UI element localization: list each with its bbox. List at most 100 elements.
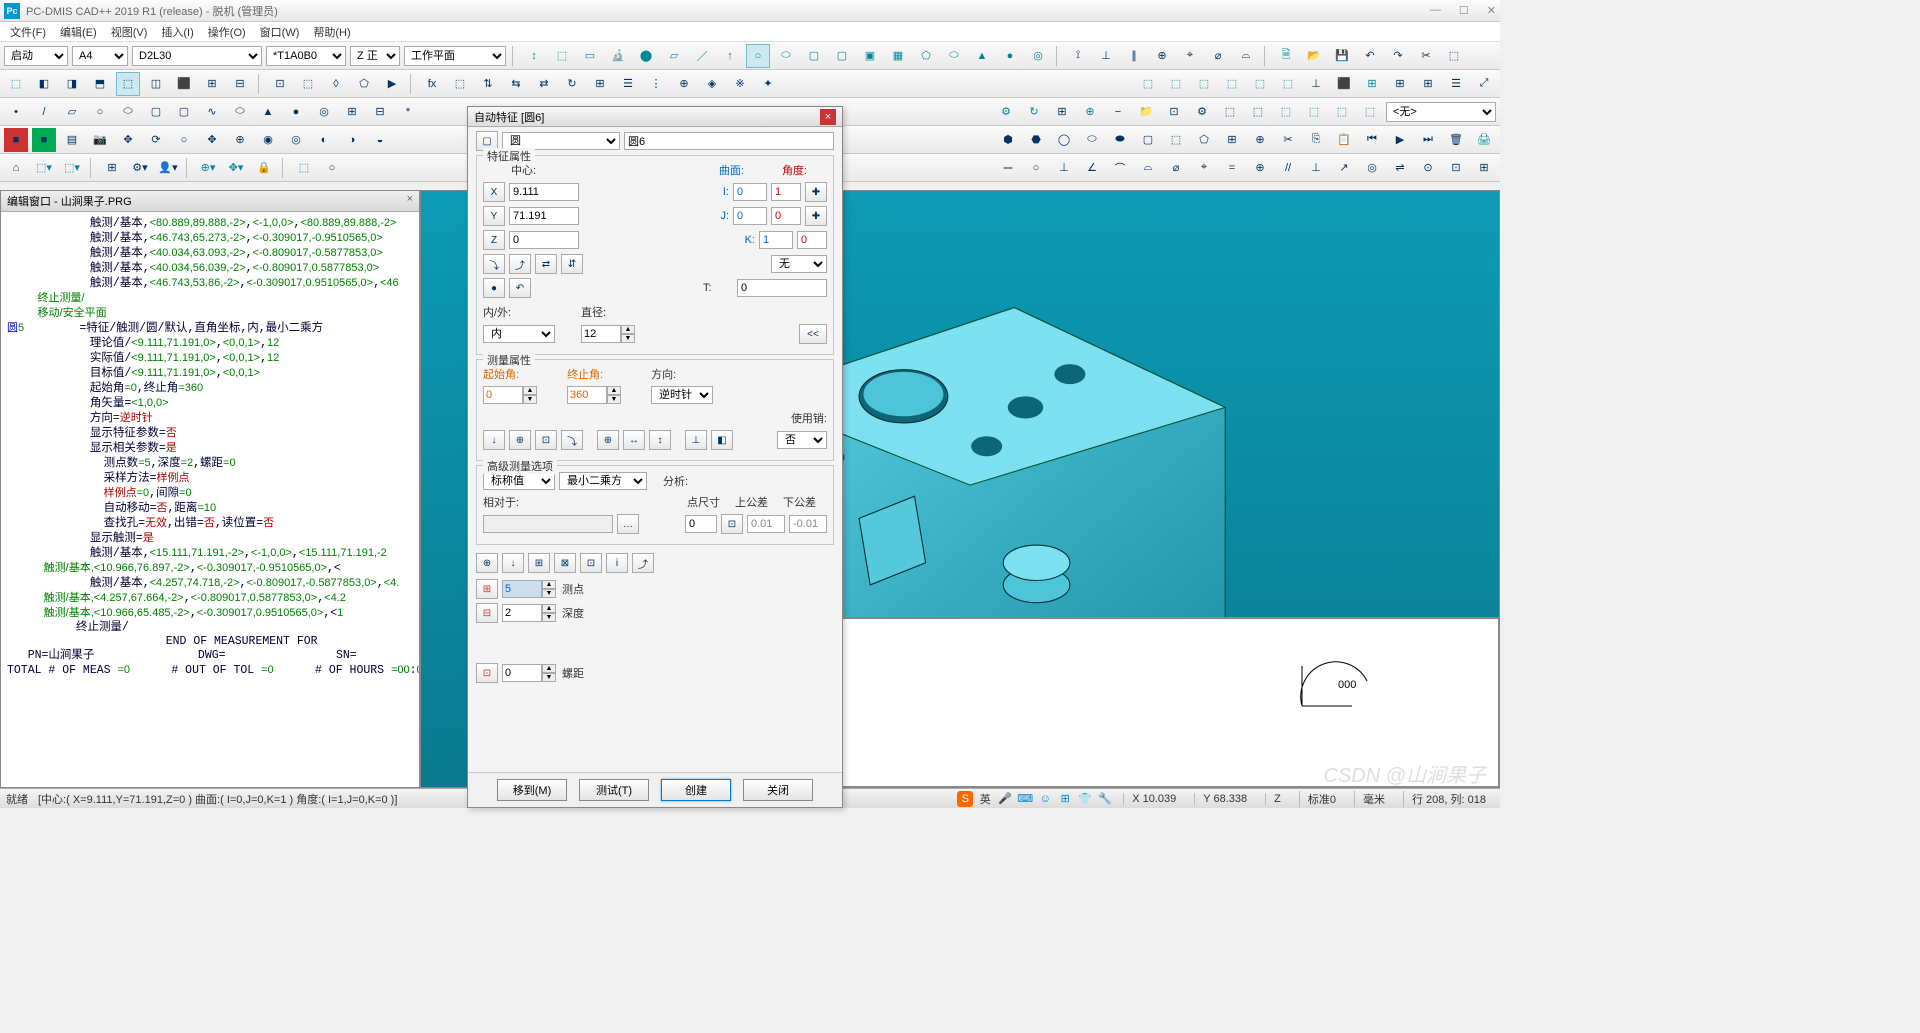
ico-c[interactable]: ⬒: [88, 72, 112, 96]
char-16-icon[interactable]: ⊙: [1416, 156, 1440, 180]
cone-icon[interactable]: ▲: [970, 44, 994, 68]
wireframe-3-icon[interactable]: ⬚: [1192, 72, 1216, 96]
i-input[interactable]: [733, 183, 767, 201]
shape-5-icon[interactable]: ⬬: [1108, 128, 1132, 152]
shape-3-icon[interactable]: ◯: [1052, 128, 1076, 152]
slot-icon[interactable]: ▢: [802, 44, 826, 68]
char-15-icon[interactable]: ⇌: [1388, 156, 1412, 180]
wireframe-6-icon[interactable]: ⬚: [1276, 72, 1300, 96]
poly-icon[interactable]: ⬠: [914, 44, 938, 68]
ico-t[interactable]: ◈: [700, 72, 724, 96]
plus-2-icon[interactable]: ✚: [805, 206, 827, 226]
diameter-spin[interactable]: ▲▼: [581, 325, 637, 343]
person-icon[interactable]: 👤▾: [156, 156, 180, 180]
edit-window-close[interactable]: ×: [407, 193, 413, 209]
probe-icon[interactable]: ⬤: [634, 44, 658, 68]
dialog-close-button[interactable]: ×: [820, 109, 836, 125]
move2-icon[interactable]: ✥: [200, 128, 224, 152]
ico-e[interactable]: ◫: [144, 72, 168, 96]
m2-icon[interactable]: ⊕: [509, 430, 531, 450]
char-8-icon[interactable]: ⌖: [1192, 156, 1216, 180]
construct2-icon[interactable]: ⊟: [368, 100, 392, 124]
maximize-button[interactable]: ☐: [1459, 4, 1469, 17]
m6-icon[interactable]: ↔: [623, 430, 645, 450]
cube8-icon[interactable]: ⬚: [1358, 100, 1382, 124]
cube4-icon[interactable]: ⬚: [1246, 100, 1270, 124]
circ6-icon[interactable]: ◐: [312, 128, 336, 152]
move3-icon[interactable]: ⊕: [228, 128, 252, 152]
ico-k[interactable]: ◊: [324, 72, 348, 96]
cycle-icon[interactable]: ↻: [1022, 100, 1046, 124]
k-input[interactable]: [759, 231, 793, 249]
a3-input[interactable]: [797, 231, 827, 249]
cube2-icon[interactable]: ⬚: [448, 72, 472, 96]
circ5-icon[interactable]: ◎: [284, 128, 308, 152]
char-2-icon[interactable]: ○: [1024, 156, 1048, 180]
cube10-icon[interactable]: ⬚▾: [60, 156, 84, 180]
dim-6-icon[interactable]: ⌀: [1206, 44, 1230, 68]
view-iso-icon[interactable]: ⬚: [550, 44, 574, 68]
grid2-icon[interactable]: ⊞: [1360, 72, 1384, 96]
collapse-button[interactable]: <<: [799, 324, 827, 344]
wireframe-2-icon[interactable]: ⬚: [1164, 72, 1188, 96]
menu-window[interactable]: 窗口(W): [254, 22, 306, 42]
t-input[interactable]: [737, 279, 827, 297]
fx-icon[interactable]: fx: [420, 72, 444, 96]
menu-operate[interactable]: 操作(O): [202, 22, 252, 42]
m4-icon[interactable]: ⤵: [561, 430, 583, 450]
ime-tool-icon[interactable]: 🔧: [1097, 791, 1113, 807]
doc-save-icon[interactable]: 💾: [1330, 44, 1354, 68]
t5-icon[interactable]: ⊡: [580, 553, 602, 573]
green-flag-icon[interactable]: ■: [32, 128, 56, 152]
start-angle-spin[interactable]: ▲▼: [483, 386, 539, 404]
menu-insert[interactable]: 插入(I): [155, 22, 199, 42]
menu-file[interactable]: 文件(F): [4, 22, 52, 42]
ico-a[interactable]: ◧: [32, 72, 56, 96]
box2-icon[interactable]: ⬚: [1442, 44, 1466, 68]
wireframe-5-icon[interactable]: ⬚: [1248, 72, 1272, 96]
relto-input[interactable]: [483, 515, 613, 533]
ime-sogou-icon[interactable]: S: [957, 791, 973, 807]
copy-icon[interactable]: ⎘: [1304, 128, 1328, 152]
cylinder-icon[interactable]: ⬭: [942, 44, 966, 68]
char-4-icon[interactable]: ∠: [1080, 156, 1104, 180]
dim-3-icon[interactable]: ∥: [1122, 44, 1146, 68]
inout-select[interactable]: 内: [483, 325, 555, 343]
menu-edit[interactable]: 编辑(E): [54, 22, 103, 42]
redo-icon[interactable]: ↷: [1386, 44, 1410, 68]
t6-icon[interactable]: i: [606, 553, 628, 573]
t3-icon[interactable]: ⊞: [528, 553, 550, 573]
t1-icon[interactable]: ⊕: [476, 553, 498, 573]
ico-o[interactable]: ⇄: [532, 72, 556, 96]
char-1-icon[interactable]: ー: [996, 156, 1020, 180]
rec-icon[interactable]: ●: [483, 278, 505, 298]
undo-icon[interactable]: ↶: [1358, 44, 1382, 68]
ico-i[interactable]: ⊡: [268, 72, 292, 96]
char-6-icon[interactable]: ⌓: [1136, 156, 1160, 180]
char-13-icon[interactable]: ↗: [1332, 156, 1356, 180]
ico-b[interactable]: ◨: [60, 72, 84, 96]
z-input[interactable]: [509, 231, 579, 249]
arrow-up-icon[interactable]: ↑: [718, 44, 742, 68]
microscope-icon[interactable]: 🔬: [606, 44, 630, 68]
combo-workplane[interactable]: 工作平面: [404, 46, 506, 66]
t2-icon[interactable]: ↓: [502, 553, 524, 573]
torus-icon[interactable]: ◎: [1026, 44, 1050, 68]
play2-icon[interactable]: ▶: [1388, 128, 1412, 152]
wireframe-1-icon[interactable]: ⬚: [1136, 72, 1160, 96]
dim-1-icon[interactable]: ⟟: [1066, 44, 1090, 68]
usepin-select[interactable]: 否: [777, 431, 827, 449]
char-17-icon[interactable]: ⊡: [1444, 156, 1468, 180]
doc-open-icon[interactable]: 📂: [1302, 44, 1326, 68]
ico-s[interactable]: ⊕: [672, 72, 696, 96]
view-rect-icon[interactable]: ▭: [578, 44, 602, 68]
cube7-icon[interactable]: ⬚: [1330, 100, 1354, 124]
cube3-icon[interactable]: ⬚: [1218, 100, 1242, 124]
program-code[interactable]: 触测/基本,<80.889,89.888,-2>,<-1,0,0>,<80.88…: [1, 212, 419, 787]
circle-tool-icon[interactable]: ○: [746, 44, 770, 68]
folder-icon[interactable]: 📁: [1134, 100, 1158, 124]
solid-icon[interactable]: ⬛: [1332, 72, 1356, 96]
char-9-icon[interactable]: =: [1220, 156, 1244, 180]
z-btn[interactable]: Z: [483, 230, 505, 250]
uptol-input[interactable]: [747, 515, 785, 533]
